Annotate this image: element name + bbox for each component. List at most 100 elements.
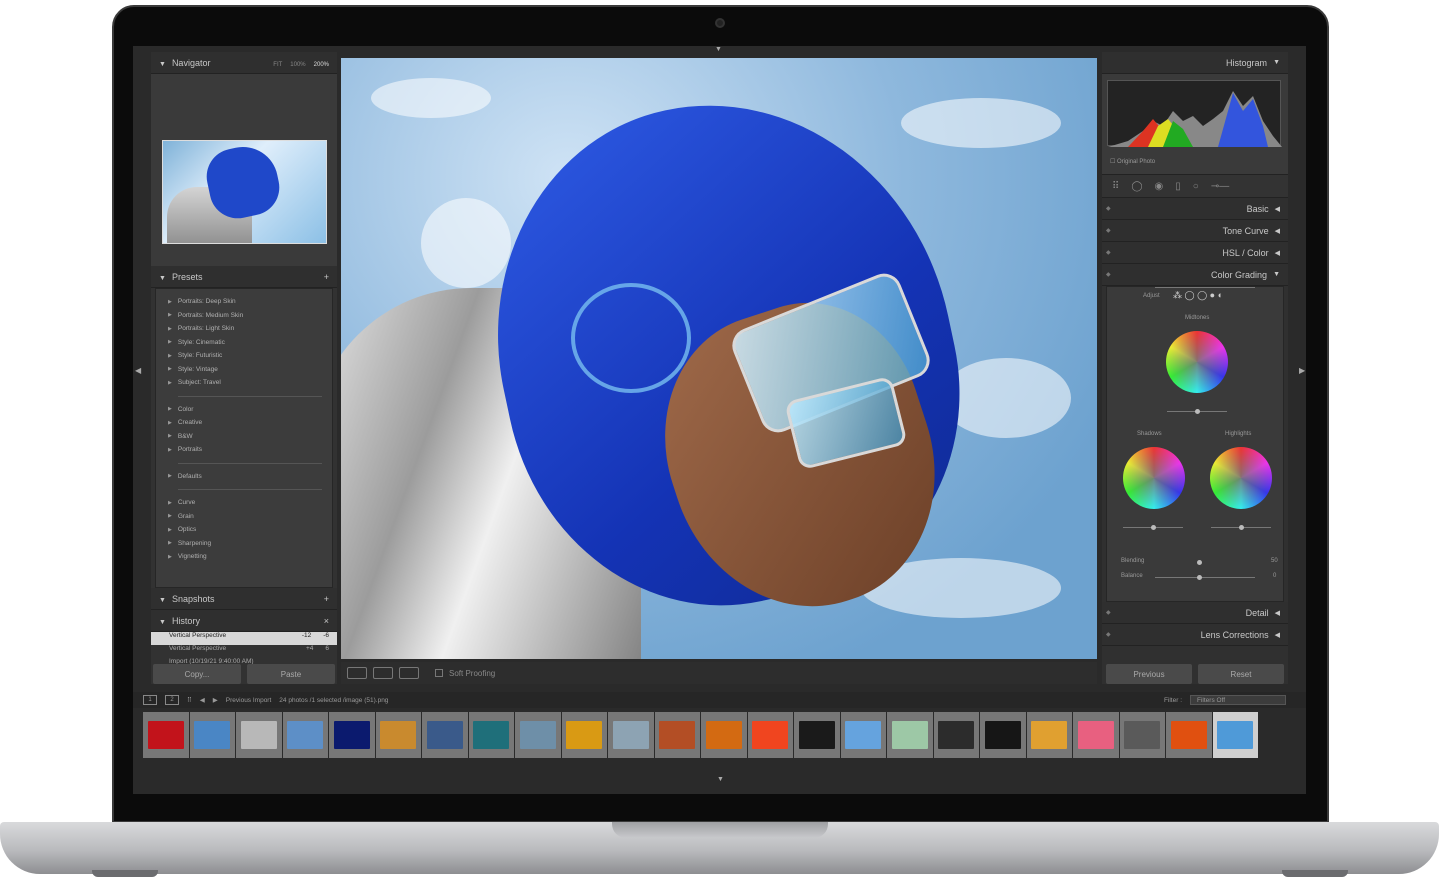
balance-slider[interactable] xyxy=(1155,577,1255,578)
color-grading-mode-icons[interactable]: ⁂ ◯ ◯ ● ◐ xyxy=(1173,290,1223,301)
filmstrip-thumbnail[interactable] xyxy=(329,712,375,758)
filmstrip-thumbnail[interactable] xyxy=(282,712,328,758)
slider-knob[interactable] xyxy=(1195,409,1200,414)
brush-slider-icon[interactable]: ⊸— xyxy=(1211,181,1229,192)
original-photo-checkbox[interactable]: ☐ Original Photo xyxy=(1110,158,1155,165)
filmstrip-thumbnail[interactable] xyxy=(422,712,468,758)
preset-item[interactable]: ▶ Curve xyxy=(168,496,332,510)
filmstrip-thumbnail[interactable] xyxy=(468,712,514,758)
spot-removal-icon[interactable]: ◯ xyxy=(1131,181,1142,192)
survey-view-icon[interactable] xyxy=(399,667,419,679)
filmstrip-thumbnail[interactable] xyxy=(887,712,933,758)
history-header[interactable]: ▼ History × xyxy=(151,610,337,632)
preset-item[interactable]: ▶ Optics xyxy=(168,523,332,537)
shadows-wheel[interactable] xyxy=(1123,447,1185,509)
loupe-view-icon[interactable] xyxy=(347,667,367,679)
blending-value[interactable]: 50 xyxy=(1271,558,1278,564)
section-header[interactable]: ◆ HSL / Color ◀ xyxy=(1102,242,1288,264)
crop-icon[interactable]: ⠿ xyxy=(1112,181,1119,192)
filmstrip-thumbnail[interactable] xyxy=(933,712,979,758)
filmstrip-thumbnail[interactable] xyxy=(654,712,700,758)
previous-button[interactable]: Previous xyxy=(1106,664,1192,684)
section-toggle-icon[interactable]: ◆ xyxy=(1106,227,1111,234)
paste-button[interactable]: Paste xyxy=(247,664,335,684)
filmstrip-thumbnail[interactable] xyxy=(701,712,747,758)
grid-icon[interactable]: ⠿ xyxy=(187,696,192,704)
filmstrip-thumbnail[interactable] xyxy=(794,712,840,758)
preset-item[interactable]: ▶ Sharpening xyxy=(168,537,332,551)
filmstrip-thumbnail[interactable] xyxy=(608,712,654,758)
zoom-100[interactable]: 100% xyxy=(290,62,305,68)
add-snapshot-icon[interactable]: + xyxy=(324,594,329,604)
section-header[interactable]: ◆ Detail ◀ xyxy=(1102,602,1288,624)
filmstrip-thumbnail[interactable] xyxy=(840,712,886,758)
primary-display-button[interactable]: 1 xyxy=(143,695,157,705)
preset-item[interactable]: ▶ Grain xyxy=(168,510,332,524)
preset-item[interactable]: ▶ Color xyxy=(168,403,332,417)
preset-item[interactable]: ▶ Creative xyxy=(168,416,332,430)
main-photo[interactable] xyxy=(341,58,1097,659)
section-header[interactable]: ◆ Color Grading ▼ xyxy=(1102,264,1288,286)
midtones-wheel[interactable] xyxy=(1166,331,1228,393)
section-toggle-icon[interactable]: ◆ xyxy=(1106,271,1111,278)
filmstrip-thumbnail[interactable] xyxy=(189,712,235,758)
preset-item[interactable]: ▶ Subject: Travel xyxy=(168,376,332,390)
filter-select[interactable]: Filters Off xyxy=(1190,695,1286,705)
preset-item[interactable]: ▶ Portraits: Light Skin xyxy=(168,322,332,336)
preset-item[interactable]: ▶ Portraits: Deep Skin xyxy=(168,295,332,309)
preset-item[interactable]: ▶ Style: Vintage xyxy=(168,363,332,377)
highlights-wheel[interactable] xyxy=(1210,447,1272,509)
preset-item[interactable]: ▶ B&W xyxy=(168,430,332,444)
filmstrip-thumbnail[interactable] xyxy=(1073,712,1119,758)
navigator-thumbnail[interactable] xyxy=(162,140,327,244)
zoom-fit[interactable]: FIT xyxy=(273,62,282,68)
preset-item[interactable]: ▶ Portraits: Medium Skin xyxy=(168,309,332,323)
history-item[interactable]: Vertical Perspective +4 6 xyxy=(151,645,337,658)
back-arrow-icon[interactable]: ◀ xyxy=(200,696,205,704)
filmstrip-thumbnail[interactable] xyxy=(1119,712,1165,758)
filmstrip-info[interactable]: 24 photos /1 selected /image (51).png xyxy=(279,697,388,704)
collapse-left-arrow-icon[interactable]: ◀ xyxy=(135,366,141,375)
blending-slider[interactable] xyxy=(1155,287,1255,288)
preset-item[interactable]: ▶ Vignetting xyxy=(168,550,332,564)
balance-value[interactable]: 0 xyxy=(1273,573,1276,579)
filmstrip-source[interactable]: Previous Import xyxy=(226,697,272,704)
section-header[interactable]: ◆ Lens Corrections ◀ xyxy=(1102,624,1288,646)
filmstrip-thumbnail[interactable] xyxy=(1212,712,1258,758)
forward-arrow-icon[interactable]: ▶ xyxy=(213,696,218,704)
preset-item[interactable]: ▶ Portraits xyxy=(168,443,332,457)
navigator-preview[interactable] xyxy=(151,74,337,266)
copy-button[interactable]: Copy... xyxy=(153,664,241,684)
slider-knob[interactable] xyxy=(1239,525,1244,530)
snapshots-header[interactable]: ▼ Snapshots + xyxy=(151,588,337,610)
red-eye-icon[interactable]: ◉ xyxy=(1155,181,1164,192)
secondary-display-button[interactable]: 2 xyxy=(165,695,179,705)
soft-proofing-checkbox[interactable] xyxy=(435,669,443,677)
filmstrip-thumbnail[interactable] xyxy=(1026,712,1072,758)
section-toggle-icon[interactable]: ◆ xyxy=(1106,249,1111,256)
clear-history-icon[interactable]: × xyxy=(324,616,329,626)
filmstrip-thumbnail[interactable] xyxy=(747,712,793,758)
compare-view-icon[interactable] xyxy=(373,667,393,679)
filmstrip-thumbnail[interactable] xyxy=(375,712,421,758)
slider-knob[interactable] xyxy=(1151,525,1156,530)
filmstrip-thumbnail[interactable] xyxy=(980,712,1026,758)
reset-button[interactable]: Reset xyxy=(1198,664,1284,684)
slider-knob[interactable] xyxy=(1197,560,1202,565)
slider-knob[interactable] xyxy=(1197,575,1202,580)
radial-icon[interactable]: ○ xyxy=(1193,181,1199,192)
histogram-header[interactable]: Histogram ▼ xyxy=(1102,52,1288,74)
collapse-bottom-arrow-icon[interactable]: ▼ xyxy=(717,776,724,783)
preset-item[interactable]: ▶ Style: Futuristic xyxy=(168,349,332,363)
section-toggle-icon[interactable]: ◆ xyxy=(1106,609,1111,616)
filmstrip-thumbnail[interactable] xyxy=(1166,712,1212,758)
masking-icon[interactable]: ▯ xyxy=(1175,181,1181,192)
collapse-top-arrow-icon[interactable]: ▼ xyxy=(715,46,722,53)
filmstrip-thumbnail[interactable] xyxy=(515,712,561,758)
presets-header[interactable]: ▼ Presets + xyxy=(151,266,337,288)
filmstrip-thumbnail[interactable] xyxy=(143,712,189,758)
history-item[interactable]: Vertical Perspective -12 -6 xyxy=(151,632,337,645)
section-header[interactable]: ◆ Basic ◀ xyxy=(1102,198,1288,220)
section-header[interactable]: ◆ Tone Curve ◀ xyxy=(1102,220,1288,242)
filmstrip-thumbnail[interactable] xyxy=(561,712,607,758)
